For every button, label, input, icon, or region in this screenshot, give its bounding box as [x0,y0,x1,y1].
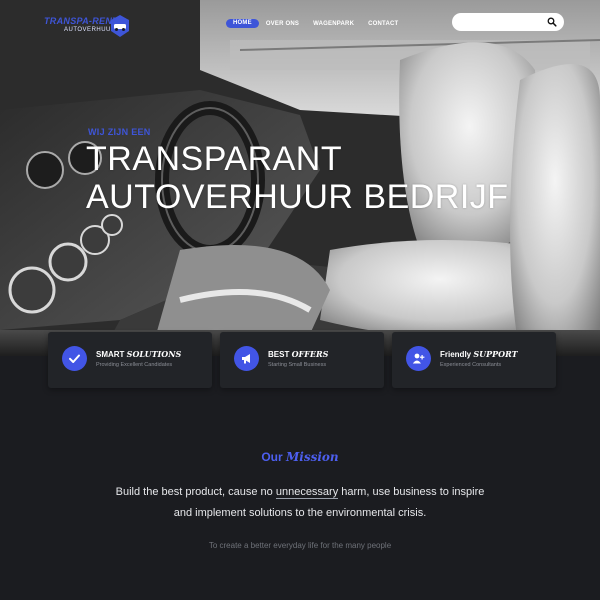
nav-item-contact[interactable]: CONTACT [361,18,405,30]
car-badge-icon [111,15,129,37]
hero-headline-line-1: TRANSPARANT [86,140,343,178]
feature-title-italic: OFFERS [291,349,329,359]
mission-statement: Build the best product, cause no unneces… [0,482,600,524]
hero-kicker: WIJ ZIJN EEN [88,127,151,137]
page: TRANSPA-RENT AUTOVERHUUR HOME OVER ONS W… [0,0,600,600]
search-input[interactable] [460,16,546,28]
mission-text: Build the best product, cause no [115,486,276,498]
feature-subtitle: Providing Excellent Candidates [96,362,173,368]
feature-subtitle: Starting Small Business [268,362,327,368]
hero-banner: TRANSPA-RENT AUTOVERHUUR HOME OVER ONS W… [0,0,600,356]
feature-title: Friendly SUPPORT [440,349,518,359]
mission-title: Our Mission [0,450,600,464]
megaphone-icon [242,354,250,364]
feature-title-plain: Friendly [440,350,474,359]
hero-headline-line-2: AUTOVERHUUR BEDRIJF [86,178,509,216]
check-icon [69,354,80,363]
feature-title-italic: SUPPORT [473,349,518,359]
feature-card-offers[interactable]: BEST OFFERS Starting Small Business [220,332,384,388]
feature-card-solutions[interactable]: SMART SOLUTIONS Providing Excellent Cand… [48,332,212,388]
feature-title: BEST OFFERS [268,349,328,359]
feature-icon-badge [62,346,87,371]
feature-card-support[interactable]: Friendly SUPPORT Experienced Consultants [392,332,556,388]
feature-title-plain: SMART [96,350,127,359]
add-user-icon [412,353,425,364]
feature-title: SMART SOLUTIONS [96,349,181,359]
hero-headline: TRANSPARANT AUTOVERHUUR BEDRIJF [86,140,509,216]
feature-title-italic: SOLUTIONS [126,349,182,359]
mission-line-2: and implement solutions to the environme… [173,507,427,519]
feature-title-plain: BEST [268,350,292,359]
feature-icon-badge [406,346,431,371]
brand-tagline: AUTOVERHUUR [64,27,116,33]
mission-title-plain: Our [261,450,287,464]
nav-item-home[interactable]: HOME [226,19,259,28]
brand-logo[interactable]: TRANSPA-RENT AUTOVERHUUR [44,14,134,48]
mission-text: harm, use business to inspire [338,486,485,498]
nav-item-wagenpark[interactable]: WAGENPARK [306,18,361,30]
nav-item-over-ons[interactable]: OVER ONS [259,18,306,30]
feature-subtitle: Experienced Consultants [440,362,502,368]
search-box [452,13,564,31]
feature-icon-badge [234,346,259,371]
search-icon[interactable] [547,17,557,27]
mission-footnote: To create a better everyday life for the… [208,541,392,550]
mission-line-1: Build the best product, cause no unneces… [0,482,600,503]
brand-name: TRANSPA-RENT [44,16,118,26]
main-nav: HOME OVER ONS WAGENPARK CONTACT [226,18,405,30]
mission-title-italic: Mission [286,450,339,464]
mission-emphasis: unnecessary [275,486,339,499]
